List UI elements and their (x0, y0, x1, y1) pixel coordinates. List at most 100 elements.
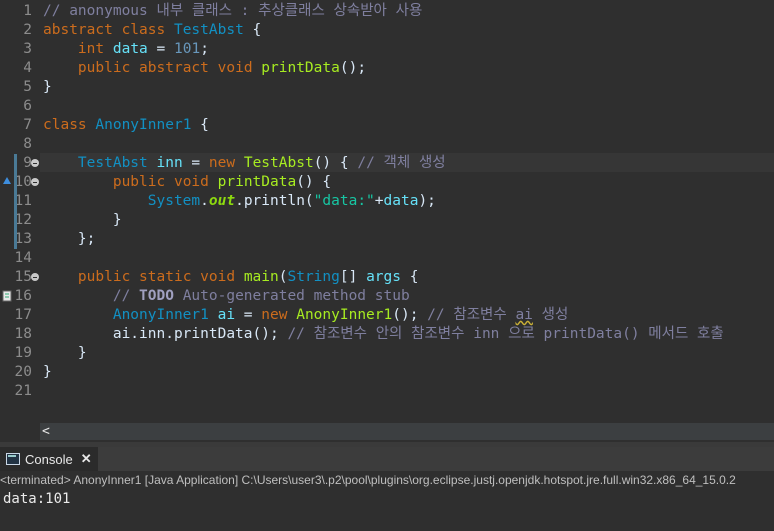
line-number: 17 (14, 307, 32, 323)
code-token: public (77, 269, 131, 285)
code-token: String (287, 269, 340, 285)
code-token: // 참조변수 안의 참조변수 inn 으로 printData() 메서드 호… (287, 326, 724, 342)
code-token: + (374, 193, 384, 209)
code-token: } (43, 345, 87, 361)
code-line[interactable]: } (43, 211, 122, 230)
code-token: abstract (43, 22, 113, 38)
code-token: TestAbst (173, 22, 244, 38)
code-token: new (261, 307, 288, 323)
code-line[interactable]: class AnonyInner1 { (43, 116, 209, 135)
fold-toggle-icon[interactable] (31, 159, 39, 167)
code-line[interactable]: } (43, 78, 52, 97)
code-line[interactable]: // anonymous 내부 클래스 : 추상클래스 상속받아 사용 (43, 2, 422, 21)
code-token: AnonyInner1 (95, 117, 192, 133)
code-token: printData (261, 60, 340, 76)
console-output-area[interactable] (0, 490, 774, 531)
code-line[interactable]: }; (43, 230, 95, 249)
code-line[interactable]: System.out.println("data:"+data); (43, 192, 436, 211)
code-token: public (112, 174, 166, 190)
change-marker (14, 154, 17, 249)
line-number: 18 (14, 326, 32, 342)
code-line[interactable]: int data = 101; (43, 40, 209, 59)
code-token: // 객체 생성 (357, 155, 446, 171)
scroll-left-arrow[interactable]: < (42, 423, 50, 440)
code-token: out (208, 193, 236, 209)
code-line[interactable]: public static void main(String[] args { (43, 268, 419, 287)
code-line[interactable]: public void printData() { (43, 173, 331, 192)
code-token: (); (339, 60, 367, 76)
code-token: main (243, 269, 279, 285)
code-editor[interactable]: 1 2 3 4 5 6 7 8 9 10 11 12 13 14 15 16 17 18 19 20 21 // ano… (0, 0, 774, 442)
code-token: inn (156, 155, 183, 171)
fold-toggle-icon[interactable] (31, 273, 39, 281)
code-token: class (43, 117, 87, 133)
code-token: 101 (173, 41, 201, 57)
code-token: () { (296, 174, 332, 190)
code-token: }; (43, 231, 96, 247)
code-line[interactable]: } (43, 344, 87, 363)
code-token: data (112, 41, 148, 57)
code-token: data (383, 193, 419, 209)
line-number: 6 (23, 98, 32, 114)
line-number: 4 (23, 60, 32, 76)
line-number: 7 (23, 117, 32, 133)
code-line[interactable]: abstract class TestAbst { (43, 21, 261, 40)
line-number: 2 (23, 22, 32, 38)
console-tab-bar: Console ✕ (0, 447, 774, 471)
task-icon[interactable] (2, 290, 12, 302)
code-line[interactable]: ai.inn.printData(); // 참조변수 안의 참조변수 inn … (43, 325, 724, 344)
close-icon[interactable]: ✕ (81, 451, 92, 467)
line-number: 1 (23, 3, 32, 19)
code-token: ; (200, 41, 209, 57)
code-token: = (235, 307, 262, 323)
code-line[interactable]: AnonyInner1 ai = new AnonyInner1(); // 참… (43, 306, 569, 325)
override-icon[interactable] (2, 176, 12, 186)
code-line[interactable]: } (43, 363, 52, 382)
console-output-text: data:101 (3, 491, 71, 507)
horizontal-scrollbar[interactable]: < (40, 423, 774, 440)
code-line[interactable]: TestAbst inn = new TestAbst() { // 객체 생성 (43, 154, 446, 173)
tab-console[interactable]: Console ✕ (0, 447, 98, 471)
code-token: void (173, 174, 209, 190)
terminated-status: <terminated> AnonyInner1 [Java Applicati… (0, 471, 774, 491)
line-number: 14 (14, 250, 32, 266)
code-token: TestAbst (243, 155, 314, 171)
code-token: ); (418, 193, 436, 209)
code-line[interactable]: // TODO Auto-generated method stub (43, 287, 410, 306)
code-token: Auto-generated method stub (173, 288, 410, 304)
code-token: class (121, 22, 166, 38)
code-token: void (217, 60, 253, 76)
code-token: public (77, 60, 131, 76)
code-token: static (139, 269, 192, 285)
code-token: ai (217, 307, 236, 323)
line-number: 3 (23, 41, 32, 57)
line-number: 5 (23, 79, 32, 95)
code-token: (); (392, 307, 428, 323)
code-token: = (182, 155, 209, 171)
fold-toggle-icon[interactable] (31, 178, 39, 186)
code-token: args (366, 269, 401, 285)
code-line[interactable]: public abstract void printData(); (43, 59, 366, 78)
code-token: void (200, 269, 236, 285)
code-token: } (43, 212, 122, 228)
code-token: "data:" (313, 193, 375, 209)
code-token: AnonyInner1 (112, 307, 209, 323)
code-token: { (191, 117, 209, 133)
